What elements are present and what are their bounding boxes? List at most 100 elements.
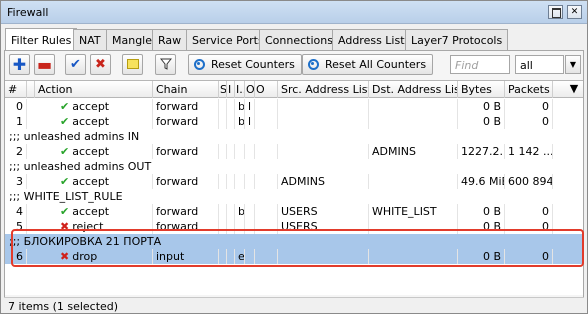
col-o2[interactable]: O [255, 81, 278, 98]
table-row[interactable]: 2✔acceptforwardADMINS1227.2...1 142 ... [5, 144, 583, 159]
cell-c2 [227, 99, 235, 114]
firewall-window: Firewall ✕ Filter Rules NAT Mangle Raw S… [0, 0, 588, 314]
col-src-address-list[interactable]: Src. Address List [278, 81, 369, 98]
rule-comment: ;;; unleashed admins OUT [9, 160, 152, 173]
tab-filter-rules[interactable]: Filter Rules [5, 28, 78, 51]
x-icon: ✖ [95, 57, 106, 72]
cell-c1 [219, 204, 227, 219]
accept-icon: ✔ [60, 100, 70, 113]
reset-all-counters-label: Reset All Counters [325, 58, 427, 71]
cell-bytes: 0 B [458, 99, 505, 114]
cell-c4: l [245, 114, 255, 129]
find-input[interactable]: Find [450, 55, 510, 74]
col-s[interactable]: S [219, 81, 227, 98]
cell-action: ✔ accept [35, 114, 153, 129]
tab-bar: Filter Rules NAT Mangle Raw Service Port… [5, 28, 585, 51]
action-label: accept [72, 145, 110, 158]
cell-c2 [227, 174, 235, 189]
comment-row[interactable]: ;;; unleashed admins IN [5, 129, 583, 144]
accept-icon: ✔ [60, 115, 70, 128]
cell-c1 [219, 114, 227, 129]
cell-bytes: 0 B [458, 204, 505, 219]
comment-button[interactable] [122, 54, 143, 75]
col-i2[interactable]: I.. [235, 81, 245, 98]
plus-icon: ✚ [12, 55, 27, 74]
col-packets[interactable]: Packets [505, 81, 553, 98]
tab-mangle[interactable]: Mangle [106, 29, 159, 50]
cell-chain: forward [153, 174, 219, 189]
action-label: accept [72, 175, 110, 188]
tab-address-lists[interactable]: Address Lists [332, 29, 417, 50]
table-row[interactable]: 1 ✔ accept forward b l 0 B0 [5, 114, 583, 129]
col-bytes[interactable]: Bytes [458, 81, 505, 98]
tab-layer7-protocols[interactable]: Layer7 Protocols [405, 29, 509, 50]
cell-num: 4 [5, 204, 27, 219]
check-icon: ✔ [70, 57, 81, 72]
col-i[interactable]: I [227, 81, 235, 98]
tab-raw[interactable]: Raw [152, 29, 188, 50]
cell-dst: ADMINS [369, 144, 458, 159]
rule-comment: ;;; WHITE_LIST_RULE [9, 190, 123, 203]
cell-c4 [245, 204, 255, 219]
cell-num: 3 [5, 174, 27, 189]
add-button[interactable]: ✚ [9, 54, 30, 75]
comment-row[interactable]: ;;; WHITE_LIST_RULE [5, 189, 583, 204]
cell-chain: forward [153, 99, 219, 114]
note-icon [126, 59, 139, 69]
cell-packets: 600 894 [505, 174, 553, 189]
accept-icon: ✔ [60, 145, 70, 158]
cell-c3: b [235, 204, 245, 219]
col-chain[interactable]: Chain [153, 81, 219, 98]
disable-button[interactable]: ✖ [90, 54, 111, 75]
cell-chain: forward [153, 204, 219, 219]
col-o[interactable]: O [245, 81, 255, 98]
cell-bytes: 0 B [458, 114, 505, 129]
enable-button[interactable]: ✔ [65, 54, 86, 75]
reset-counters-button[interactable]: Reset Counters [188, 54, 302, 75]
title-bar[interactable]: Firewall ✕ [1, 1, 587, 24]
cell-packets: 0 [505, 114, 553, 129]
accept-icon: ✔ [60, 205, 70, 218]
reset-all-counters-button[interactable]: Reset All Counters [302, 54, 434, 75]
table-row[interactable]: 0 ✔ accept forward b l 0 B0 [5, 99, 583, 114]
reset-all-icon [308, 59, 319, 70]
cell-packets: 1 142 ... [505, 144, 553, 159]
cell-num: 0 [5, 99, 27, 114]
filter-select-arrow-icon[interactable]: ▼ [565, 55, 581, 74]
cell-c3: b [235, 99, 245, 114]
column-menu-icon[interactable]: ▼ [565, 81, 583, 98]
tab-service-ports[interactable]: Service Ports [186, 29, 270, 50]
col-num[interactable]: # [5, 81, 27, 98]
maximize-button[interactable] [548, 5, 563, 19]
status-bar: 7 items (1 selected) [4, 297, 584, 313]
comment-row[interactable]: ;;; unleashed admins OUT [5, 159, 583, 174]
cell-c4: l [245, 99, 255, 114]
col-dst-address-list[interactable]: Dst. Address List [369, 81, 458, 98]
cell-c1 [219, 144, 227, 159]
cell-c4 [245, 174, 255, 189]
cell-src [278, 114, 369, 129]
cell-action: ✔ accept [35, 204, 153, 219]
tab-connections[interactable]: Connections [259, 29, 339, 50]
cell-dst: WHITE_LIST [369, 204, 458, 219]
cell-num: 2 [5, 144, 27, 159]
action-label: accept [72, 100, 110, 113]
cell-c3 [235, 174, 245, 189]
minus-icon: ▬ [36, 55, 53, 74]
filter-button[interactable] [155, 54, 176, 75]
cell-c5 [255, 174, 278, 189]
reset-icon [194, 59, 205, 70]
toolbar: ✚ ▬ ✔ ✖ Reset Counters Reset All Counter… [5, 51, 583, 79]
filter-select[interactable]: all [515, 55, 564, 74]
close-button[interactable]: ✕ [567, 5, 582, 19]
col-action[interactable]: Action [35, 81, 153, 98]
remove-button[interactable]: ▬ [34, 54, 55, 75]
cell-c5 [255, 144, 278, 159]
cell-chain: forward [153, 114, 219, 129]
rule-comment: ;;; unleashed admins IN [9, 130, 140, 143]
filter-rules-panel: ✚ ▬ ✔ ✖ Reset Counters Reset All Counter… [4, 50, 584, 311]
table-row[interactable]: 4 ✔ accept forward b USERS WHITE_LIST 0 B0 [5, 204, 583, 219]
cell-num: 1 [5, 114, 27, 129]
table-row[interactable]: 3 ✔ accept forward ADMINS 49.6 MiB 600 894 [5, 174, 583, 189]
tab-nat[interactable]: NAT [73, 29, 107, 50]
